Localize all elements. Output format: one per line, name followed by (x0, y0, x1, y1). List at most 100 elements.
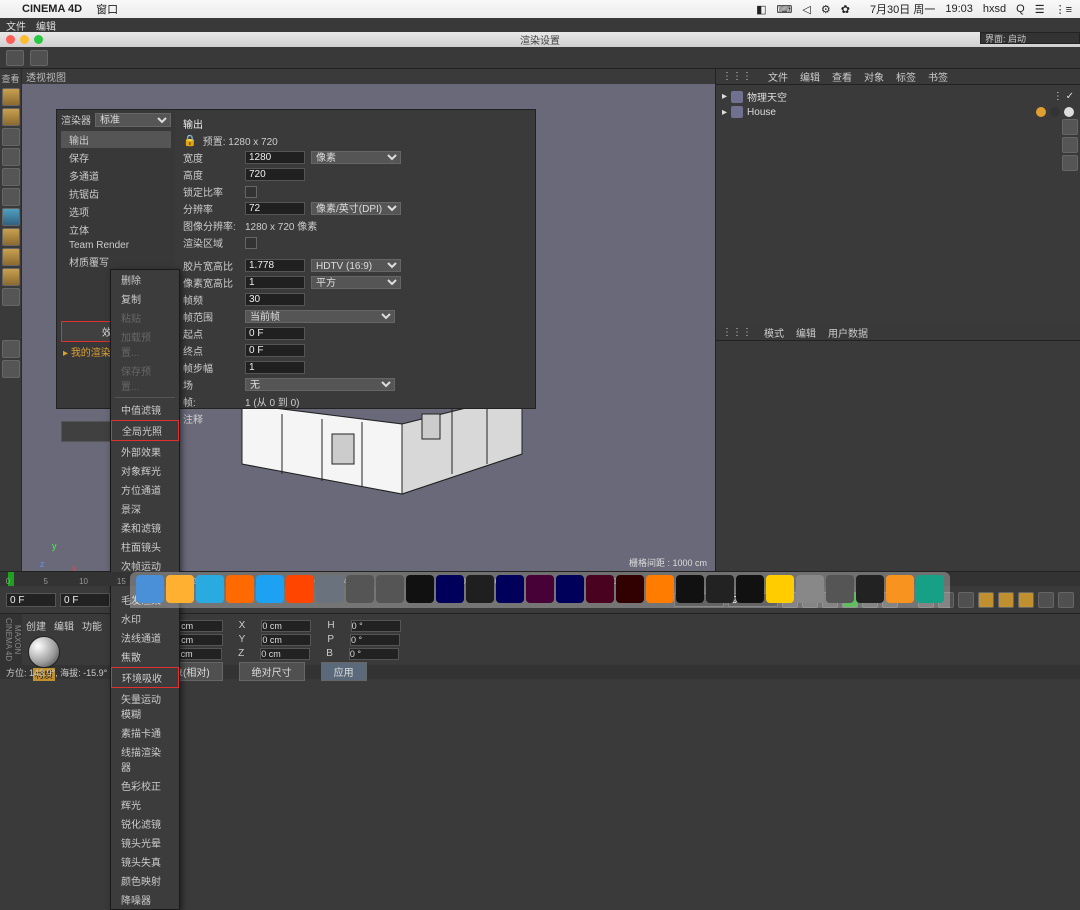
dock-app-icon[interactable] (466, 575, 494, 603)
status-icon[interactable]: ◧ (756, 3, 766, 16)
tool-icon[interactable] (2, 108, 20, 126)
effect-item[interactable]: 加载预置... (111, 327, 179, 361)
cat-multipass[interactable]: 多通道 (61, 167, 171, 184)
step-input[interactable] (245, 361, 305, 374)
dock-app-icon[interactable] (586, 575, 614, 603)
tree-item-house[interactable]: ▸ House (722, 105, 1074, 119)
effect-item[interactable]: 辉光 (111, 795, 179, 814)
tag-icon[interactable] (1050, 107, 1060, 117)
mattab[interactable]: 功能 (82, 618, 102, 633)
effect-item[interactable]: 外部效果 (111, 442, 179, 461)
film-aspect-input[interactable] (245, 259, 305, 272)
size-z-input[interactable] (260, 648, 310, 660)
date-label[interactable]: 7月30日 周一 (870, 1, 935, 17)
rot-h-input[interactable] (351, 620, 401, 632)
objtab[interactable]: 标签 (896, 69, 916, 84)
effect-item[interactable]: 颜色映射 (111, 871, 179, 890)
tool-icon[interactable] (2, 188, 20, 206)
cat-matoverride[interactable]: 材质覆写 (61, 253, 171, 270)
minimize-button[interactable] (20, 35, 29, 44)
menu-edit[interactable]: 编辑 (36, 18, 56, 33)
effect-item[interactable]: 复制 (111, 289, 179, 308)
tool-icon[interactable] (2, 88, 20, 106)
objtab[interactable]: 编辑 (800, 69, 820, 84)
attrtab[interactable]: 用户数据 (828, 325, 868, 340)
cat-teamrender[interactable]: Team Render (61, 239, 171, 252)
mattab[interactable]: 创建 (26, 618, 46, 633)
key-scale-icon[interactable] (998, 592, 1014, 608)
objtab[interactable]: 对象 (864, 69, 884, 84)
status-icon[interactable]: ⌨ (776, 3, 792, 16)
attrtab[interactable]: 模式 (764, 325, 784, 340)
end-input[interactable] (245, 344, 305, 357)
status-icon[interactable]: ◁ (802, 3, 810, 16)
material-label[interactable]: 材质 (33, 668, 55, 681)
redo-icon[interactable] (30, 50, 48, 66)
dock-app-icon[interactable] (316, 575, 344, 603)
key-param-icon[interactable] (1038, 592, 1054, 608)
effect-item[interactable]: 水印 (111, 609, 179, 628)
effect-item[interactable]: 环境吸收 (112, 668, 178, 687)
tag-icon[interactable] (1064, 107, 1074, 117)
key-pla-icon[interactable] (1058, 592, 1074, 608)
effect-item[interactable]: 粘贴 (111, 308, 179, 327)
objtab[interactable]: 查看 (832, 69, 852, 84)
cat-options[interactable]: 选项 (61, 203, 171, 220)
tool-icon[interactable] (2, 208, 20, 226)
attrtab[interactable]: 编辑 (796, 325, 816, 340)
tool-icon[interactable] (2, 168, 20, 186)
view-tab[interactable]: 查看 (0, 71, 21, 86)
aspect-select[interactable]: HDTV (16:9) (311, 259, 401, 272)
time-label[interactable]: 19:03 (945, 3, 973, 15)
menu-window[interactable]: 窗口 (96, 1, 118, 17)
height-input[interactable] (245, 168, 305, 181)
tag-icon[interactable] (1036, 107, 1046, 117)
effect-item[interactable]: 降噪器 (111, 890, 179, 909)
renderer-select[interactable]: 标准 (95, 113, 171, 127)
apply-btn[interactable]: 应用 (321, 662, 367, 681)
dock-app-icon[interactable] (526, 575, 554, 603)
dock-app-icon[interactable] (736, 575, 764, 603)
effect-item[interactable]: 方位通道 (111, 480, 179, 499)
effect-item[interactable]: 线描渲染器 (111, 742, 179, 776)
dock-app-icon[interactable] (766, 575, 794, 603)
effect-item[interactable]: 景深 (111, 499, 179, 518)
spotlight-icon[interactable]: Q (1016, 3, 1025, 15)
dock-app-icon[interactable] (196, 575, 224, 603)
undo-icon[interactable] (6, 50, 24, 66)
dock-app-icon[interactable] (286, 575, 314, 603)
dock-app-icon[interactable] (676, 575, 704, 603)
dock-app-icon[interactable] (886, 575, 914, 603)
width-input[interactable] (245, 151, 305, 164)
app-name[interactable]: CINEMA 4D (22, 3, 82, 15)
dock-app-icon[interactable] (136, 575, 164, 603)
rtool-icon[interactable] (1062, 119, 1078, 135)
user-label[interactable]: hxsd (983, 3, 1006, 15)
unit-select[interactable]: 像素 (311, 151, 401, 164)
dock-app-icon[interactable] (706, 575, 734, 603)
key-rot-icon[interactable] (1018, 592, 1034, 608)
objtab[interactable]: 书签 (928, 69, 948, 84)
pixel-aspect-input[interactable] (245, 276, 305, 289)
control-icon[interactable]: ☰ (1035, 3, 1045, 16)
zoom-button[interactable] (34, 35, 43, 44)
tool-icon[interactable] (2, 360, 20, 378)
effect-item[interactable]: 素描卡通 (111, 723, 179, 742)
coord-size-btn[interactable]: 绝对尺寸 (239, 662, 305, 681)
cat-output[interactable]: 输出 (61, 131, 171, 148)
range-select[interactable]: 当前帧 (245, 310, 395, 323)
region-checkbox[interactable] (245, 237, 257, 249)
timeline-cur[interactable] (60, 593, 110, 607)
menu-file[interactable]: 文件 (6, 18, 26, 33)
tool-icon[interactable] (2, 340, 20, 358)
effect-item[interactable]: 柔和滤镜 (111, 518, 179, 537)
pos-x-input[interactable] (173, 620, 223, 632)
pos-y-input[interactable] (173, 634, 223, 646)
rtool-icon[interactable] (1062, 155, 1078, 171)
par-select[interactable]: 平方 (311, 276, 401, 289)
effect-item[interactable]: 全局光照 (112, 421, 178, 440)
dock-app-icon[interactable] (226, 575, 254, 603)
dpi-select[interactable]: 像素/英寸(DPI) (311, 202, 401, 215)
notif-icon[interactable]: ⋮≡ (1055, 3, 1072, 16)
start-input[interactable] (245, 327, 305, 340)
